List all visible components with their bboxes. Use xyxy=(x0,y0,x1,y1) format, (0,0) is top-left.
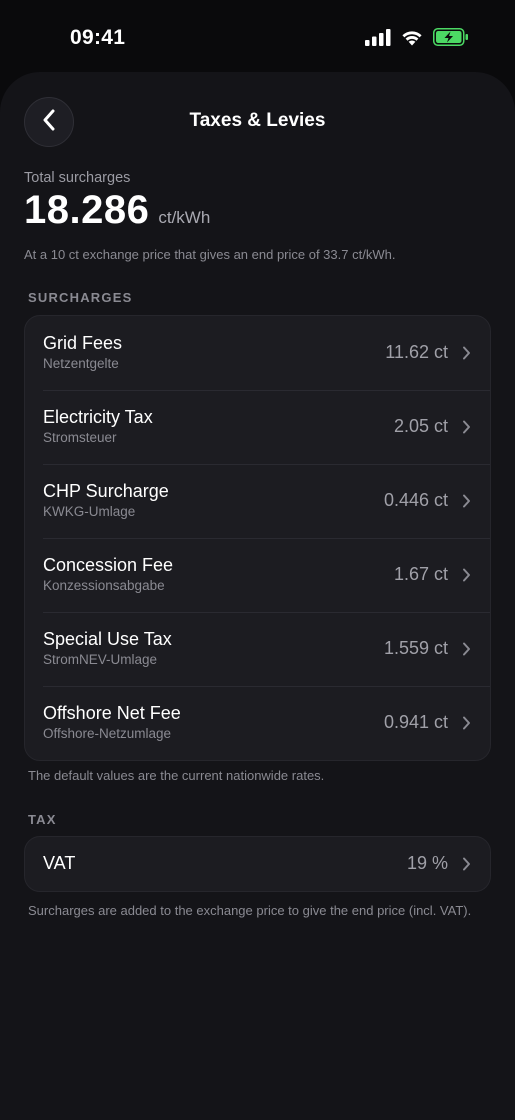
wifi-icon xyxy=(400,29,424,51)
battery-charging-icon xyxy=(433,28,469,51)
total-unit: ct/kWh xyxy=(158,208,211,227)
chevron-right-icon xyxy=(462,568,471,587)
surcharge-row-chp-surcharge[interactable]: CHP Surcharge KWKG-Umlage 0.446 ct xyxy=(25,464,490,538)
total-description: At a 10 ct exchange price that gives an … xyxy=(24,247,396,262)
surcharge-row-special-use-tax[interactable]: Special Use Tax StromNEV-Umlage 1.559 ct xyxy=(25,612,490,686)
tax-footnote: Surcharges are added to the exchange pri… xyxy=(28,903,472,918)
total-surcharges-label: Total surcharges xyxy=(24,170,131,186)
row-title: Concession Fee xyxy=(43,555,174,575)
row-subtitle: Netzentgelte xyxy=(43,356,119,371)
surcharges-card: Grid Fees Netzentgelte 11.62 ct Electric… xyxy=(24,315,491,761)
row-subtitle: KWKG-Umlage xyxy=(43,504,136,519)
surcharge-row-offshore-net-fee[interactable]: Offshore Net Fee Offshore-Netzumlage 0.9… xyxy=(25,686,490,760)
row-title: CHP Surcharge xyxy=(43,481,169,501)
chevron-right-icon xyxy=(462,420,471,439)
surcharges-section-header: SURCHARGES xyxy=(28,290,133,305)
row-title: Electricity Tax xyxy=(43,407,153,427)
chevron-right-icon xyxy=(462,716,471,735)
tax-card: VAT 19 % xyxy=(24,836,491,892)
row-subtitle: Stromsteuer xyxy=(43,430,117,445)
row-value: 1.67 ct xyxy=(393,564,448,584)
row-title: Special Use Tax xyxy=(43,629,172,649)
cellular-signal-icon xyxy=(365,28,391,51)
row-value: 19 % xyxy=(406,853,448,873)
surcharge-row-concession-fee[interactable]: Concession Fee Konzessionsabgabe 1.67 ct xyxy=(25,538,490,612)
row-value: 0.446 ct xyxy=(383,490,448,510)
chevron-right-icon xyxy=(462,642,471,661)
row-title: Offshore Net Fee xyxy=(43,703,181,723)
row-title: Grid Fees xyxy=(43,333,123,353)
status-time: 09:41 xyxy=(70,26,126,49)
taxes-levies-sheet: Taxes & Levies Total surcharges 18.286 c… xyxy=(0,72,515,1120)
row-subtitle: Offshore-Netzumlage xyxy=(43,726,172,741)
chevron-right-icon xyxy=(462,346,471,365)
chevron-right-icon xyxy=(462,857,471,876)
row-value: 11.62 ct xyxy=(385,342,448,362)
row-value: 1.559 ct xyxy=(383,638,448,658)
row-value: 0.941 ct xyxy=(383,712,448,732)
row-subtitle: StromNEV-Umlage xyxy=(43,652,158,667)
tax-row-vat[interactable]: VAT 19 % xyxy=(25,837,490,891)
total-number: 18.286 xyxy=(24,188,150,232)
row-subtitle: Konzessionsabgabe xyxy=(43,578,165,593)
row-value: 2.05 ct xyxy=(393,416,448,436)
surcharge-row-electricity-tax[interactable]: Electricity Tax Stromsteuer 2.05 ct xyxy=(25,390,490,464)
surcharge-row-grid-fees[interactable]: Grid Fees Netzentgelte 11.62 ct xyxy=(25,316,490,390)
status-icons xyxy=(365,28,469,51)
page-title: Taxes & Levies xyxy=(189,110,326,131)
status-bar: 09:41 xyxy=(0,0,515,72)
tax-section-header: TAX xyxy=(28,812,57,827)
total-surcharges-value: 18.286 ct/kWh xyxy=(24,188,210,233)
surcharges-footnote: The default values are the current natio… xyxy=(28,768,325,783)
row-title: VAT xyxy=(43,853,76,873)
chevron-right-icon xyxy=(462,494,471,513)
